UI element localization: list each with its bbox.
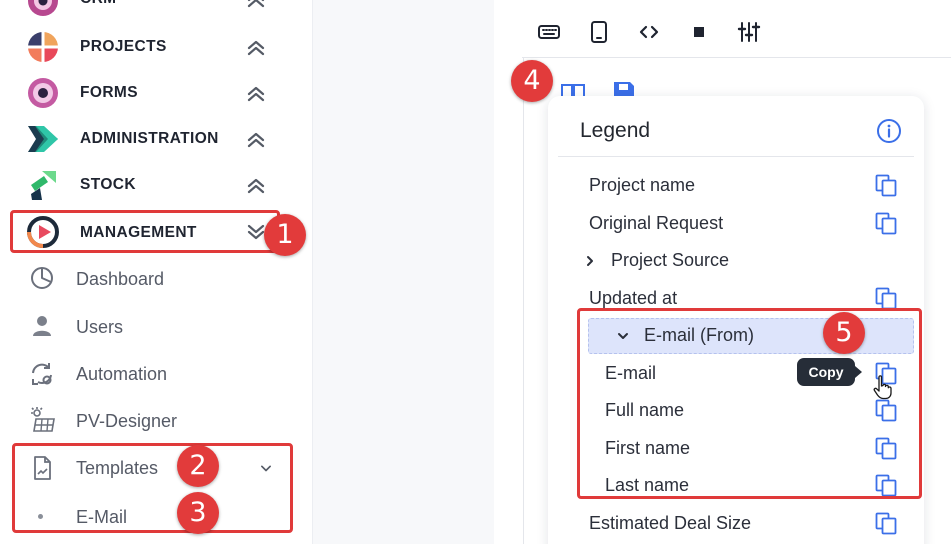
sidebar-item-label: E-Mail bbox=[76, 507, 128, 527]
management-logo-icon bbox=[26, 215, 60, 249]
annotation-badge: 5 bbox=[823, 312, 865, 354]
chevron-down-icon[interactable] bbox=[616, 329, 630, 343]
administration-logo-icon bbox=[26, 122, 60, 156]
solar-panel-icon bbox=[28, 406, 56, 434]
canvas-background bbox=[313, 0, 494, 544]
sidebar-item-label: Automation bbox=[76, 364, 168, 384]
sidebar-app-label: FORMS bbox=[80, 84, 138, 101]
legend-field-label: Estimated Deal Size bbox=[589, 513, 752, 533]
legend-group-label[interactable]: Project Source bbox=[611, 250, 729, 271]
copy-icon[interactable] bbox=[874, 436, 898, 460]
sidebar-app-crm[interactable]: CRM bbox=[0, 0, 313, 24]
sidebar-app-label: MANAGEMENT bbox=[80, 224, 197, 241]
legend-title: Legend bbox=[580, 119, 651, 142]
chevron-up-icon[interactable] bbox=[244, 36, 268, 60]
sidebar: CRM PROJECTS FORMS ADMINISTRATION bbox=[0, 0, 313, 544]
sidebar-item-label: Templates bbox=[76, 458, 159, 478]
sidebar-item-label: Users bbox=[76, 317, 124, 337]
legend-divider bbox=[558, 156, 914, 157]
sidebar-item-templates[interactable]: Templates bbox=[0, 446, 313, 490]
legend-group-label[interactable]: E-mail (From) bbox=[644, 325, 754, 346]
sidebar-item-label: PV-Designer bbox=[76, 411, 178, 431]
chevron-up-icon[interactable] bbox=[244, 82, 268, 106]
legend-field-label: Updated at bbox=[589, 288, 678, 308]
stock-logo-icon bbox=[26, 168, 60, 202]
sidebar-app-forms[interactable]: FORMS bbox=[0, 71, 313, 115]
pie-chart-icon bbox=[28, 264, 56, 292]
sidebar-item-label: Dashboard bbox=[76, 269, 165, 289]
annotation-badge: 1 bbox=[264, 214, 306, 256]
sidebar-app-stock[interactable]: STOCK bbox=[0, 163, 313, 207]
hand-cursor-icon bbox=[872, 374, 894, 400]
copy-icon[interactable] bbox=[874, 211, 898, 235]
annotation-badge: 2 bbox=[177, 445, 219, 487]
copy-icon[interactable] bbox=[874, 473, 898, 497]
chevron-right-icon[interactable] bbox=[583, 254, 597, 268]
sidebar-item-dashboard[interactable]: Dashboard bbox=[0, 256, 313, 300]
sidebar-app-projects[interactable]: PROJECTS bbox=[0, 25, 313, 69]
chevron-down-icon[interactable] bbox=[256, 458, 276, 478]
copy-icon[interactable] bbox=[874, 511, 898, 535]
chevron-up-icon[interactable] bbox=[244, 0, 268, 12]
annotation-badge: 3 bbox=[177, 492, 219, 534]
copy-icon[interactable] bbox=[874, 398, 898, 422]
legend-field-label: Original Request bbox=[589, 213, 724, 233]
chevron-up-icon[interactable] bbox=[244, 128, 268, 152]
tooltip-arrow bbox=[855, 366, 862, 378]
info-icon[interactable] bbox=[876, 118, 902, 144]
code-icon[interactable] bbox=[637, 20, 661, 44]
sidebar-app-administration[interactable]: ADMINISTRATION bbox=[0, 117, 313, 161]
crm-logo-icon bbox=[26, 0, 60, 18]
annotation-badge: 4 bbox=[511, 60, 553, 102]
copy-icon[interactable] bbox=[874, 286, 898, 310]
sidebar-app-label: CRM bbox=[80, 0, 117, 8]
copy-tooltip: Copy bbox=[797, 358, 855, 386]
automation-icon bbox=[28, 360, 56, 388]
copy-icon[interactable] bbox=[874, 173, 898, 197]
sidebar-app-label: STOCK bbox=[80, 176, 136, 193]
sliders-icon[interactable] bbox=[737, 20, 761, 44]
document-icon bbox=[28, 454, 56, 482]
sidebar-item-email[interactable]: E-Mail bbox=[0, 494, 313, 538]
square-icon[interactable] bbox=[687, 20, 711, 44]
sidebar-item-automation[interactable]: Automation bbox=[0, 351, 313, 395]
sidebar-item-users[interactable]: Users bbox=[0, 304, 313, 348]
legend-field-label: Full name bbox=[605, 400, 685, 420]
sidebar-app-label: ADMINISTRATION bbox=[80, 130, 219, 147]
editor-border bbox=[523, 57, 524, 544]
sidebar-app-label: PROJECTS bbox=[80, 38, 167, 55]
keyboard-icon[interactable] bbox=[537, 20, 561, 44]
bullet-icon bbox=[38, 514, 43, 519]
legend-field-label: E-mail bbox=[605, 363, 657, 383]
legend-field-label: Project name bbox=[589, 175, 696, 195]
toolbar-divider bbox=[522, 57, 951, 58]
mobile-icon[interactable] bbox=[587, 20, 611, 44]
sidebar-item-pv-designer[interactable]: PV-Designer bbox=[0, 398, 313, 442]
legend-field-label: Last name bbox=[605, 475, 690, 495]
forms-logo-icon bbox=[26, 76, 60, 110]
projects-logo-icon bbox=[26, 30, 60, 64]
legend-field-label: First name bbox=[605, 438, 691, 458]
user-icon bbox=[28, 312, 56, 340]
chevron-up-icon[interactable] bbox=[244, 174, 268, 198]
